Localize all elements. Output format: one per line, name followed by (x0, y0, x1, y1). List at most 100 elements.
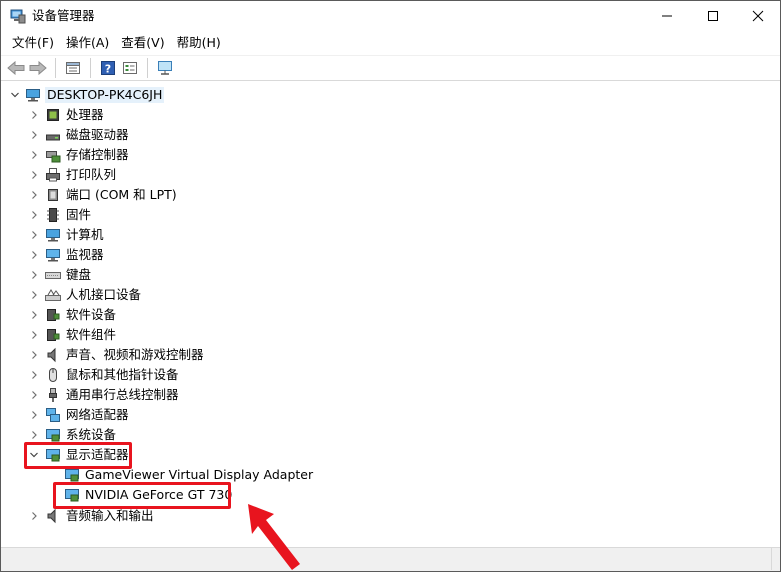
computer-icon (26, 89, 40, 102)
maximize-button[interactable] (690, 1, 736, 31)
back-arrow-icon (7, 61, 25, 75)
menu-action[interactable]: 操作(A) (60, 32, 115, 54)
expand-chevron[interactable] (28, 105, 40, 125)
help-button[interactable]: ? (97, 57, 119, 79)
tree-item-computer[interactable]: 计算机 (1, 225, 780, 245)
system-device-icon (46, 429, 60, 442)
expand-chevron[interactable] (28, 205, 40, 225)
chevron-right-icon (32, 231, 37, 239)
chevron-right-icon (32, 151, 37, 159)
title-bar[interactable]: 设备管理器 (1, 1, 780, 31)
tree-item-ports[interactable]: 端口 (COM 和 LPT) (1, 185, 780, 205)
chevron-down-icon (11, 92, 19, 98)
chevron-right-icon (32, 331, 37, 339)
audio-io-icon (47, 508, 56, 524)
minimize-icon (662, 15, 672, 17)
tree-root-label: DESKTOP-PK4C6JH (45, 87, 165, 103)
tree-root[interactable]: DESKTOP-PK4C6JH (1, 85, 780, 105)
tree-item-label: 软件设备 (66, 307, 117, 322)
back-button[interactable] (5, 57, 27, 79)
menu-view[interactable]: 查看(V) (115, 32, 170, 54)
tree-item-audio-io[interactable]: 音频输入和输出 (1, 506, 780, 526)
software-component-icon (47, 329, 60, 341)
tree-item-label: 计算机 (66, 227, 104, 242)
processor-icon (47, 109, 59, 121)
expand-chevron[interactable] (28, 125, 40, 145)
tree-item-disk-drives[interactable]: 磁盘驱动器 (1, 125, 780, 145)
expand-chevron[interactable] (28, 385, 40, 405)
minimize-button[interactable] (644, 1, 690, 31)
forward-button[interactable] (27, 57, 49, 79)
chevron-right-icon (32, 171, 37, 179)
tree-item-processor[interactable]: 处理器 (1, 105, 780, 125)
printer-icon (46, 168, 60, 182)
toolbar-separator (90, 58, 91, 78)
expand-chevron[interactable] (28, 506, 40, 526)
chevron-right-icon (32, 191, 37, 199)
properties-button[interactable] (62, 57, 84, 79)
tree-item-hid[interactable]: 人机接口设备 (1, 285, 780, 305)
scan-hardware-button[interactable] (154, 57, 176, 79)
tree-item-label: 网络适配器 (66, 407, 129, 422)
chevron-right-icon (32, 351, 37, 359)
tree-item-storage-controllers[interactable]: 存储控制器 (1, 145, 780, 165)
tree-item-keyboards[interactable]: 键盘 (1, 265, 780, 285)
menu-bar: 文件(F) 操作(A) 查看(V) 帮助(H) (1, 31, 780, 55)
menu-help[interactable]: 帮助(H) (171, 32, 227, 54)
expand-chevron[interactable] (28, 345, 40, 365)
highlight-box-display-adapters (24, 442, 132, 469)
tree-child-label: GameViewer Virtual Display Adapter (85, 467, 314, 482)
maximize-icon (708, 11, 718, 21)
tree-item-label: 磁盘驱动器 (66, 127, 129, 142)
chevron-right-icon (32, 111, 37, 119)
software-device-icon (47, 309, 60, 321)
disk-drive-icon (46, 134, 60, 141)
tree-item-monitors[interactable]: 监视器 (1, 245, 780, 265)
port-icon (48, 189, 58, 201)
tree-item-label: 软件组件 (66, 327, 117, 342)
menu-file[interactable]: 文件(F) (6, 32, 60, 54)
chevron-right-icon (32, 131, 37, 139)
expand-chevron[interactable] (28, 285, 40, 305)
tree-item-label: 端口 (COM 和 LPT) (66, 187, 177, 202)
chevron-right-icon (32, 291, 37, 299)
toolbar: ? (1, 55, 780, 81)
tree-item-label: 鼠标和其他指针设备 (66, 367, 179, 382)
status-cell (1, 548, 772, 570)
expand-chevron[interactable] (28, 225, 40, 245)
tree-item-firmware[interactable]: 固件 (1, 205, 780, 225)
tree-item-software-devices[interactable]: 软件设备 (1, 305, 780, 325)
tree-item-label: 存储控制器 (66, 147, 129, 162)
chevron-right-icon (32, 211, 37, 219)
device-view-button[interactable] (119, 57, 141, 79)
tree-item-sound-video-game[interactable]: 声音、视频和游戏控制器 (1, 345, 780, 365)
expand-chevron[interactable] (28, 145, 40, 165)
tree-item-network-adapters[interactable]: 网络适配器 (1, 405, 780, 425)
tree-item-usb-controllers[interactable]: 通用串行总线控制器 (1, 385, 780, 405)
expand-chevron[interactable] (28, 405, 40, 425)
expand-chevron[interactable] (28, 325, 40, 345)
tree-item-mice[interactable]: 鼠标和其他指针设备 (1, 365, 780, 385)
expand-chevron[interactable] (28, 265, 40, 285)
annotation-arrow-icon (248, 504, 300, 570)
tree-item-print-queues[interactable]: 打印队列 (1, 165, 780, 185)
network-adapter-icon (46, 408, 60, 422)
tree-item-label: 人机接口设备 (66, 287, 142, 302)
tree-item-software-components[interactable]: 软件组件 (1, 325, 780, 345)
speaker-icon (47, 347, 56, 363)
collapse-chevron[interactable] (9, 85, 21, 105)
expand-chevron[interactable] (28, 305, 40, 325)
expand-chevron[interactable] (28, 165, 40, 185)
expand-chevron[interactable] (28, 365, 40, 385)
help-icon: ? (101, 61, 115, 76)
mouse-icon (49, 368, 57, 382)
expand-chevron[interactable] (28, 245, 40, 265)
usb-icon (49, 388, 57, 402)
expand-chevron[interactable] (28, 185, 40, 205)
toolbar-separator (147, 58, 148, 78)
close-button[interactable] (735, 1, 780, 31)
tree-item-label: 打印队列 (66, 167, 117, 182)
computer-icon (46, 229, 60, 242)
tree-item-label: 音频输入和输出 (66, 508, 154, 523)
device-tree: DESKTOP-PK4C6JH 处理器 磁盘驱动器 存储控制器 打印队列 端口 (1, 85, 780, 545)
